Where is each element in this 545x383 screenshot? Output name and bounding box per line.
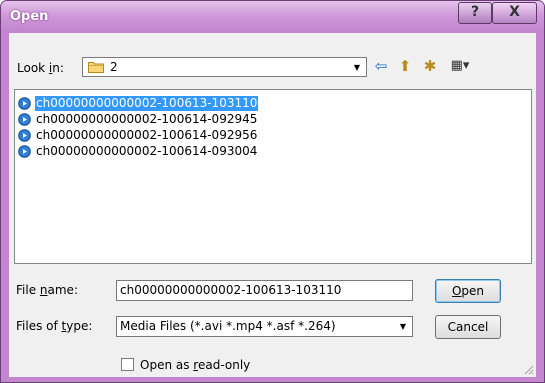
file-type-select[interactable]: Media Files (*.avi *.mp4 *.asf *.264) ▼ [116,316,413,337]
media-file-icon [18,129,31,142]
title-bar[interactable]: Open ? X [1,1,544,33]
file-name: ch00000000000002-100614-092956 [36,128,258,142]
window-title: Open [10,9,49,24]
file-list[interactable]: ch00000000000002-100613-103110 ch0000000… [14,89,532,264]
views-menu-icon[interactable]: ▦▾ [446,57,474,75]
open-button[interactable]: Open [435,279,501,303]
media-file-icon [18,97,31,110]
new-folder-icon[interactable]: ✱ [421,57,439,75]
media-file-icon [18,113,31,126]
close-button[interactable]: X [492,2,537,24]
file-name-input[interactable]: ch00000000000002-100613-103110 [116,280,413,301]
open-dialog: Open ? X Look in: 2 ▼ ⇦ ⬆ ✱ ▦▾ ch0000000… [0,0,545,383]
chevron-down-icon[interactable]: ▼ [349,59,365,75]
file-name: ch00000000000002-100613-103110 [35,96,259,111]
look-in-value: 2 [110,60,118,74]
read-only-checkbox[interactable] [121,358,134,371]
look-in-label: Look in: [17,61,64,75]
chevron-down-icon[interactable]: ▼ [395,318,411,335]
file-type-label: Files of type: [16,319,93,333]
file-name-label: File name: [16,283,78,297]
help-button[interactable]: ? [458,2,492,24]
dialog-body: Look in: 2 ▼ ⇦ ⬆ ✱ ▦▾ ch00000000000002-1… [9,33,536,377]
read-only-label[interactable]: Open as read-only [140,358,250,372]
resize-grip-icon[interactable] [522,363,534,375]
media-file-icon [18,145,31,158]
file-type-value: Media Files (*.avi *.mp4 *.asf *.264) [120,319,336,333]
up-folder-icon[interactable]: ⬆ [396,57,414,75]
cancel-button[interactable]: Cancel [435,315,501,339]
back-icon[interactable]: ⇦ [372,57,390,75]
file-name: ch00000000000002-100614-093004 [36,144,258,158]
look-in-combo[interactable]: 2 ▼ [82,57,367,77]
file-name: ch00000000000002-100614-092945 [36,112,258,126]
folder-icon [88,62,104,73]
